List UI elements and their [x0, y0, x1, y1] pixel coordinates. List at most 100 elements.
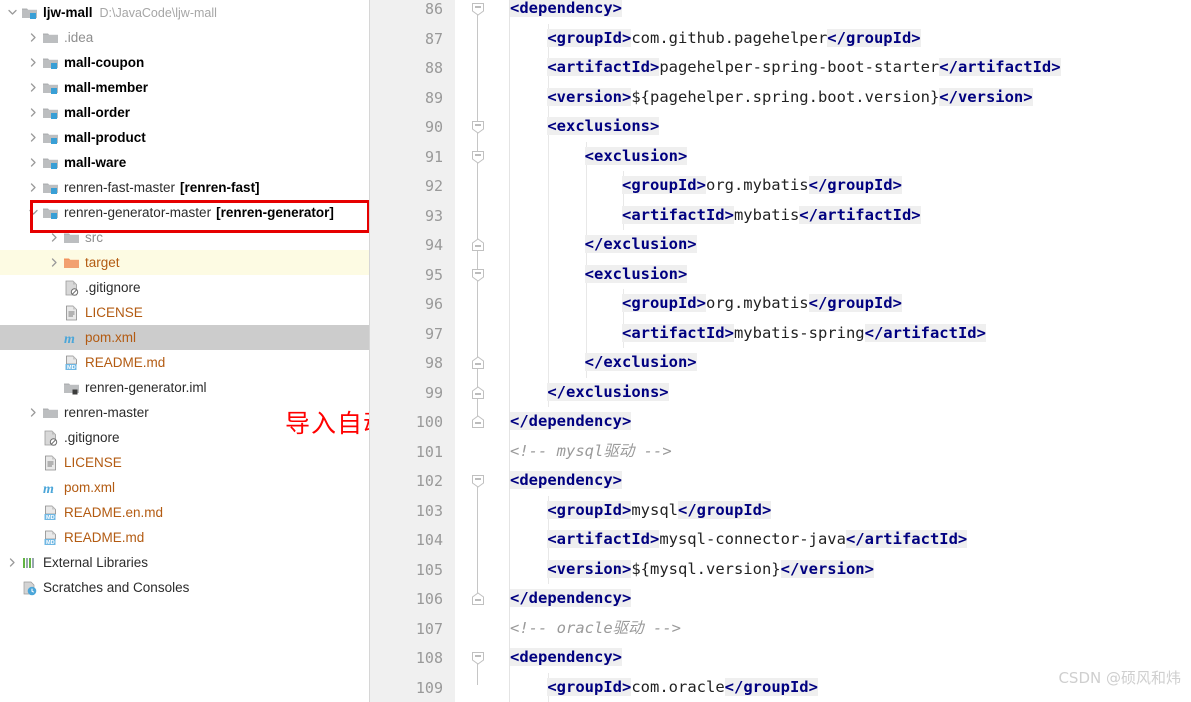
code-line[interactable]: </exclusion> — [510, 230, 697, 259]
xml-tag: <version> — [547, 559, 632, 578]
tree-item-label: mall-order — [64, 105, 131, 120]
tree-row[interactable]: mall-member — [0, 75, 369, 100]
tree-row[interactable]: mall-coupon — [0, 50, 369, 75]
tree-row[interactable]: renren-generator-master [renren-generator… — [0, 200, 369, 225]
xml-tag: <dependency> — [510, 648, 622, 666]
fold-marker-open[interactable] — [471, 120, 485, 134]
code-line[interactable]: <!-- oracle驱动 --> — [510, 614, 681, 643]
tree-row[interactable]: target — [0, 250, 369, 275]
code-line[interactable]: </dependency> — [510, 407, 632, 436]
chevron-right-icon[interactable] — [27, 56, 40, 69]
code-line[interactable]: <groupId>org.mybatis</groupId> — [510, 289, 902, 318]
chevron-right-icon[interactable] — [27, 406, 40, 419]
fold-marker-close[interactable] — [471, 356, 485, 370]
tree-item-label: README.en.md — [64, 505, 164, 520]
tree-row[interactable]: src — [0, 225, 369, 250]
tree-row[interactable]: MD README.md — [0, 350, 369, 375]
tree-row[interactable]: m pom.xml — [0, 475, 369, 500]
line-number: 106 — [415, 590, 443, 608]
xml-tag: </groupId> — [678, 500, 772, 519]
code-editor-panel[interactable]: 86 87 88 89 90 91 92 93 94 95 96 97 98 99 100 101 102 103… — [370, 0, 1191, 702]
xml-tag: </version> — [939, 87, 1033, 106]
fold-marker-open[interactable] — [471, 268, 485, 282]
chevron-right-icon[interactable] — [27, 156, 40, 169]
tree-row[interactable]: MD README.en.md — [0, 500, 369, 525]
tree-item-label: mall-member — [64, 80, 149, 95]
code-folding-column[interactable] — [455, 0, 510, 702]
tree-row[interactable]: .gitignore — [0, 275, 369, 300]
fold-marker-open[interactable] — [471, 474, 485, 488]
code-line[interactable]: <version>${pagehelper.spring.boot.versio… — [510, 83, 1033, 112]
chevron-down-icon[interactable] — [6, 6, 19, 19]
tree-row[interactable]: mall-ware — [0, 150, 369, 175]
code-line[interactable]: <artifactId>mysql-connector-java</artifa… — [510, 525, 968, 554]
tree-row[interactable]: .idea — [0, 25, 369, 50]
tree-row[interactable]: mall-product — [0, 125, 369, 150]
code-line[interactable]: <!-- mysql驱动 --> — [510, 437, 672, 466]
xml-tag: </version> — [780, 559, 874, 578]
chevron-right-icon[interactable] — [27, 131, 40, 144]
project-tree-panel[interactable]: ljw-mall D:\JavaCode\ljw-mall .idea mall-co… — [0, 0, 369, 702]
code-line[interactable]: </exclusion> — [510, 348, 697, 377]
code-line[interactable]: <exclusion> — [510, 260, 688, 289]
xml-tag: <groupId> — [547, 28, 632, 47]
code-line[interactable]: </exclusions> — [510, 378, 669, 407]
tree-item-label: External Libraries — [43, 555, 149, 570]
code-line[interactable]: <artifactId>mybatis-spring</artifactId> — [510, 319, 986, 348]
tree-row[interactable]: renren-generator.iml — [0, 375, 369, 400]
code-content-area[interactable]: <dependency> <groupId>com.github.pagehel… — [510, 0, 1191, 702]
tree-item-label: renren-generator.iml — [85, 380, 207, 395]
fold-connector — [477, 484, 478, 596]
scratches-icon — [21, 580, 38, 596]
fold-marker-close[interactable] — [471, 238, 485, 252]
tree-row[interactable]: Scratches and Consoles — [0, 575, 369, 600]
code-line[interactable]: <groupId>mysql</groupId> — [510, 496, 772, 525]
tree-row[interactable]: External Libraries — [0, 550, 369, 575]
xml-text: mybatis — [733, 205, 800, 224]
tree-row[interactable]: renren-fast-master [renren-fast] — [0, 175, 369, 200]
editor-gutter[interactable]: 86 87 88 89 90 91 92 93 94 95 96 97 98 99 100 101 102 103… — [370, 0, 456, 702]
chevron-right-icon[interactable] — [27, 181, 40, 194]
svg-text:MD: MD — [67, 365, 76, 371]
tree-row[interactable]: LICENSE — [0, 450, 369, 475]
code-line[interactable]: <dependency> — [510, 466, 622, 495]
code-line[interactable]: <artifactId>pagehelper-spring-boot-start… — [510, 53, 1061, 82]
code-line[interactable]: <version>${mysql.version}</version> — [510, 555, 874, 584]
code-line[interactable]: <exclusion> — [510, 142, 688, 171]
fold-marker-open[interactable] — [471, 2, 485, 16]
chevron-right-icon[interactable] — [27, 31, 40, 44]
code-line[interactable]: <artifactId>mybatis</artifactId> — [510, 201, 921, 230]
code-line[interactable]: </dependency> — [510, 584, 632, 613]
tree-row[interactable]: m pom.xml — [0, 325, 369, 350]
fold-marker-close[interactable] — [471, 415, 485, 429]
tree-row[interactable]: ljw-mall D:\JavaCode\ljw-mall — [0, 0, 369, 25]
fold-marker-close[interactable] — [471, 592, 485, 606]
chevron-right-icon[interactable] — [27, 106, 40, 119]
code-line[interactable]: <groupId>org.mybatis</groupId> — [510, 171, 902, 200]
line-number: 90 — [424, 118, 443, 136]
code-line[interactable]: <groupId>com.oracle</groupId> — [510, 673, 818, 702]
folder-icon — [63, 230, 80, 246]
chevron-down-icon[interactable] — [27, 206, 40, 219]
tree-row[interactable]: LICENSE — [0, 300, 369, 325]
fold-marker-close[interactable] — [471, 385, 485, 400]
chevron-right-icon[interactable] — [48, 256, 61, 269]
tree-item-label: pom.xml — [85, 330, 137, 345]
chevron-right-icon[interactable] — [6, 556, 19, 569]
fold-marker-open[interactable] — [471, 150, 485, 164]
tree-row[interactable]: MD README.md — [0, 525, 369, 550]
fold-marker-open[interactable] — [471, 651, 485, 665]
code-line[interactable]: <dependency> — [510, 0, 622, 23]
code-line[interactable]: <groupId>com.github.pagehelper</groupId> — [510, 24, 921, 53]
chevron-right-icon[interactable] — [48, 231, 61, 244]
code-line[interactable]: <dependency> — [510, 643, 622, 672]
tree-row[interactable]: mall-order — [0, 100, 369, 125]
code-line[interactable]: <exclusions> — [510, 112, 660, 141]
chevron-right-icon[interactable] — [27, 81, 40, 94]
tree-item-label: ljw-mall — [43, 5, 93, 20]
